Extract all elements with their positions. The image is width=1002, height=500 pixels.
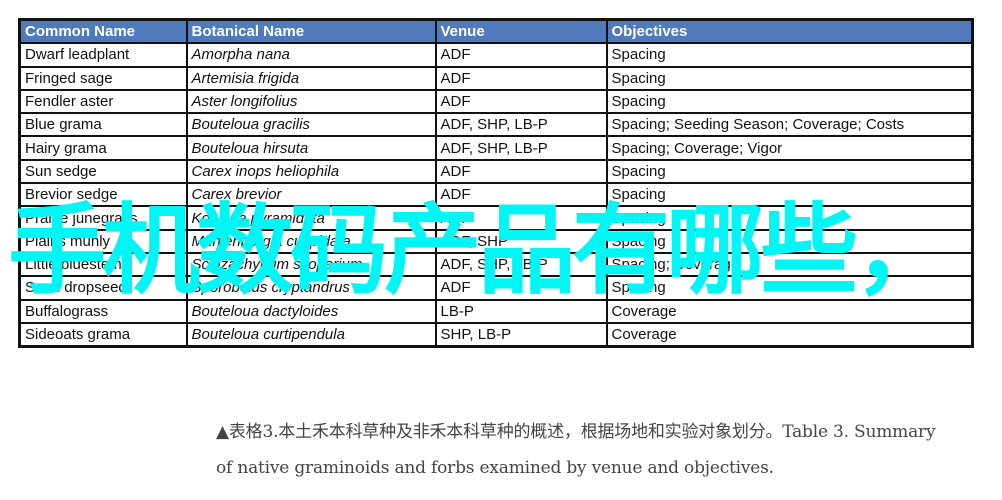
table-row: Blue grama Bouteloua gracilis ADF, SHP, LB…: [18, 112, 974, 138]
header-botanical-name: Botanical Name: [185, 18, 437, 45]
table-row: Fendler aster Aster longifolius ADF Spacing: [18, 88, 974, 115]
table-row: Dwarf leadplant Amorpha nana ADF Spacing: [18, 42, 974, 68]
cell-botanical-name: Amorpha nana: [185, 42, 437, 68]
cell-common-name: Blue grama: [18, 112, 188, 138]
cell-common-name: Fringed sage: [18, 65, 188, 91]
table-row: Sun sedge Carex inops heliophila ADF Spacin…: [18, 158, 974, 185]
cell-venue: ADF: [434, 158, 608, 185]
table-row: Hairy grama Bouteloua hirsuta ADF, SHP, LB…: [18, 135, 974, 161]
cell-venue: ADF: [434, 65, 608, 91]
cell-objectives: Spacing: [605, 42, 974, 68]
watermark-overlay-text: 手机数码产品有哪些，: [8, 194, 952, 308]
cell-common-name: Dwarf leadplant: [18, 42, 188, 68]
cell-common-name: Hairy grama: [18, 135, 188, 161]
cell-objectives: Spacing: [605, 88, 974, 115]
cell-common-name: Sun sedge: [18, 158, 188, 185]
table-row: Fringed sage Artemisia frigida ADF Spacing: [18, 65, 974, 91]
cell-common-name: Sideoats grama: [18, 321, 188, 348]
cell-objectives: Spacing; Seeding Season; Coverage; Costs: [605, 112, 974, 138]
cell-objectives: Spacing: [605, 65, 974, 91]
cell-venue: ADF, SHP, LB-P: [434, 135, 608, 161]
header-venue: Venue: [434, 18, 608, 45]
cell-botanical-name: Aster longifolius: [185, 88, 437, 115]
cell-objectives: Spacing; Coverage; Vigor: [605, 135, 974, 161]
table-row: Sideoats grama Bouteloua curtipendula SHP,…: [18, 321, 974, 348]
cell-botanical-name: Bouteloua gracilis: [185, 112, 437, 138]
cell-botanical-name: Bouteloua curtipendula: [185, 321, 437, 348]
header-objectives: Objectives: [605, 18, 974, 45]
cell-venue: ADF: [434, 42, 608, 68]
cell-venue: ADF, SHP, LB-P: [434, 112, 608, 138]
cell-venue: SHP, LB-P: [434, 321, 608, 348]
table-header-row: Common Name Botanical Name Venue Objecti…: [18, 18, 974, 45]
cell-botanical-name: Bouteloua hirsuta: [185, 135, 437, 161]
cell-botanical-name: Artemisia frigida: [185, 65, 437, 91]
cell-venue: ADF: [434, 88, 608, 115]
caption-line-2: of native graminoids and forbs examined …: [216, 458, 774, 478]
header-common-name: Common Name: [18, 18, 188, 45]
cell-objectives: Coverage: [605, 321, 974, 348]
cell-common-name: Fendler aster: [18, 88, 188, 115]
table-caption: ▲表格3.本土禾本科草种及非禾本科草种的概述，根据场地和实验对象划分。Table…: [216, 414, 976, 486]
cell-objectives: Spacing: [605, 158, 974, 185]
cell-botanical-name: Carex inops heliophila: [185, 158, 437, 185]
caption-line-1: ▲表格3.本土禾本科草种及非禾本科草种的概述，根据场地和实验对象划分。Table…: [216, 422, 936, 442]
